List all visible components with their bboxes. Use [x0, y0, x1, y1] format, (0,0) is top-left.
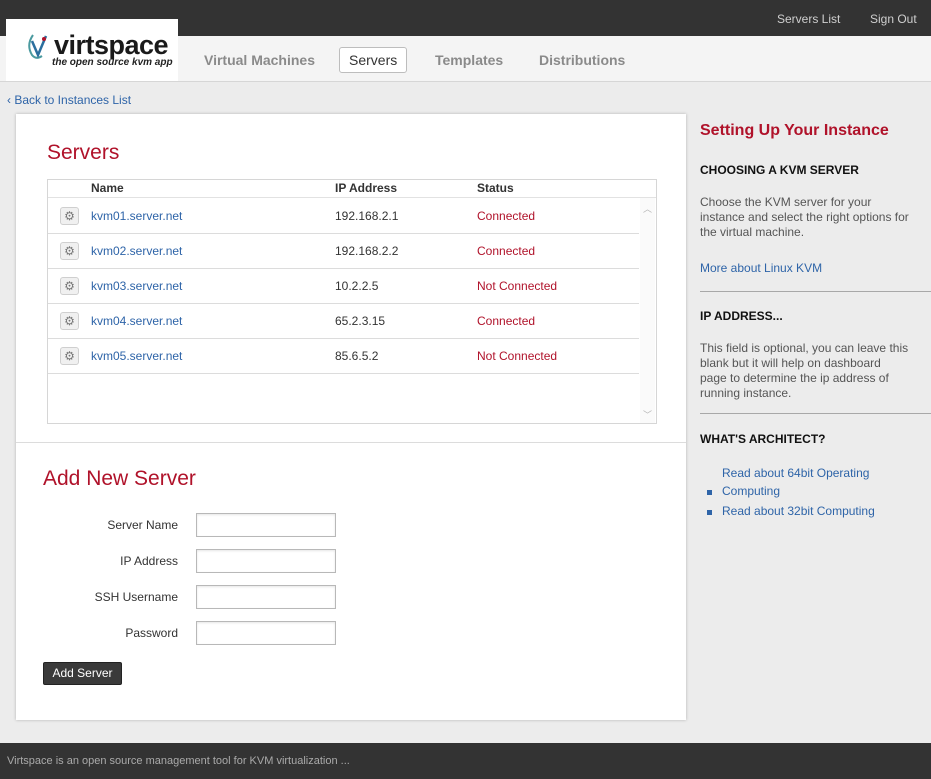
server-name-label: Server Name [107, 518, 178, 532]
server-name-link[interactable]: kvm01.server.net [91, 209, 182, 223]
server-ip: 10.2.2.5 [335, 279, 379, 293]
gear-icon[interactable]: ⚙ [60, 242, 79, 260]
server-status: Not Connected [477, 279, 558, 293]
chevron-up-icon[interactable]: ︿ [643, 202, 652, 215]
tab-templates[interactable]: Templates [435, 52, 503, 68]
sidebar-text-ip: This field is optional, you can leave th… [700, 341, 909, 400]
gear-icon[interactable]: ⚙ [60, 207, 79, 225]
sidebar-text-kvm: Choose the KVM server for your instance … [700, 195, 909, 239]
server-status: Not Connected [477, 349, 558, 363]
sign-out-link[interactable]: Sign Out [870, 12, 917, 26]
password-input[interactable] [196, 621, 336, 645]
sidebar-heading-architect: WHAT'S ARCHITECT? [700, 432, 826, 446]
gear-icon[interactable]: ⚙ [60, 277, 79, 295]
section-divider [16, 442, 686, 443]
read-64bit-link-continued[interactable]: Computing [722, 484, 780, 498]
server-status: Connected [477, 314, 536, 328]
server-ip: 192.168.2.1 [335, 209, 399, 223]
tab-distributions[interactable]: Distributions [539, 52, 625, 68]
more-about-kvm-link[interactable]: More about Linux KVM [700, 261, 822, 275]
gear-icon[interactable]: ⚙ [60, 312, 79, 330]
column-header-name: Name [91, 181, 124, 195]
bullet-icon [707, 490, 712, 495]
server-ip: 192.168.2.2 [335, 244, 399, 258]
server-name-link[interactable]: kvm04.server.net [91, 314, 182, 328]
servers-table: Name IP Address Status ⚙ kvm01.server.ne… [47, 179, 657, 424]
server-ip: 85.6.5.2 [335, 349, 379, 363]
logo-tagline: the open source kvm app [52, 57, 173, 68]
tab-virtual-machines[interactable]: Virtual Machines [204, 52, 315, 68]
add-server-title: Add New Server [43, 467, 196, 490]
server-status: Connected [477, 209, 536, 223]
password-label: Password [125, 626, 178, 640]
read-64bit-link[interactable]: Read about 64bit Operating [722, 466, 869, 480]
sidebar-divider [700, 413, 931, 414]
ssh-username-input[interactable] [196, 585, 336, 609]
server-name-link[interactable]: kvm03.server.net [91, 279, 182, 293]
table-row: ⚙ kvm02.server.net 192.168.2.2 Connected [48, 233, 639, 269]
server-name-link[interactable]: kvm02.server.net [91, 244, 182, 258]
servers-title: Servers [47, 141, 120, 164]
bullet-icon [707, 510, 712, 515]
read-32bit-link[interactable]: Read about 32bit Computing [722, 504, 875, 518]
table-row: ⚙ kvm04.server.net 65.2.3.15 Connected [48, 303, 639, 339]
sidebar-heading-kvm: CHOOSING A KVM SERVER [700, 163, 859, 177]
server-ip: 65.2.3.15 [335, 314, 386, 328]
server-status: Connected [477, 244, 536, 258]
sidebar-title: Setting Up Your Instance [700, 122, 889, 139]
main-card: Servers Name IP Address Status ⚙ kvm01.s… [16, 114, 686, 720]
footer: Virtspace is an open source management t… [0, 743, 931, 779]
table-row: ⚙ kvm05.server.net 85.6.5.2 Not Connecte… [48, 338, 639, 374]
sidebar-divider [700, 291, 931, 292]
table-row: ⚙ kvm01.server.net 192.168.2.1 Connected [48, 198, 639, 234]
ip-address-input[interactable] [196, 549, 336, 573]
gear-icon[interactable]: ⚙ [60, 347, 79, 365]
sidebar-heading-ip: IP ADDRESS... [700, 309, 783, 323]
logo-wordmark: virtspace [54, 30, 169, 60]
column-header-ip: IP Address [335, 181, 398, 195]
virtspace-logo-icon [28, 34, 48, 59]
column-header-status: Status [477, 181, 514, 195]
ip-address-label: IP Address [120, 554, 178, 568]
ssh-username-label: SSH Username [94, 590, 178, 604]
add-server-button[interactable]: Add Server [43, 662, 122, 685]
footer-text: Virtspace is an open source management t… [7, 755, 350, 767]
logo[interactable]: virtspace the open source kvm app [6, 19, 178, 81]
server-name-input[interactable] [196, 513, 336, 537]
table-scrollbar[interactable]: ︿ ﹀ [640, 198, 655, 423]
servers-list-link[interactable]: Servers List [777, 12, 840, 26]
server-name-link[interactable]: kvm05.server.net [91, 349, 182, 363]
table-row: ⚙ kvm03.server.net 10.2.2.5 Not Connecte… [48, 268, 639, 304]
back-to-instances-link[interactable]: ‹ Back to Instances List [7, 93, 131, 107]
tab-servers[interactable]: Servers [339, 47, 408, 73]
chevron-down-icon[interactable]: ﹀ [643, 408, 652, 421]
